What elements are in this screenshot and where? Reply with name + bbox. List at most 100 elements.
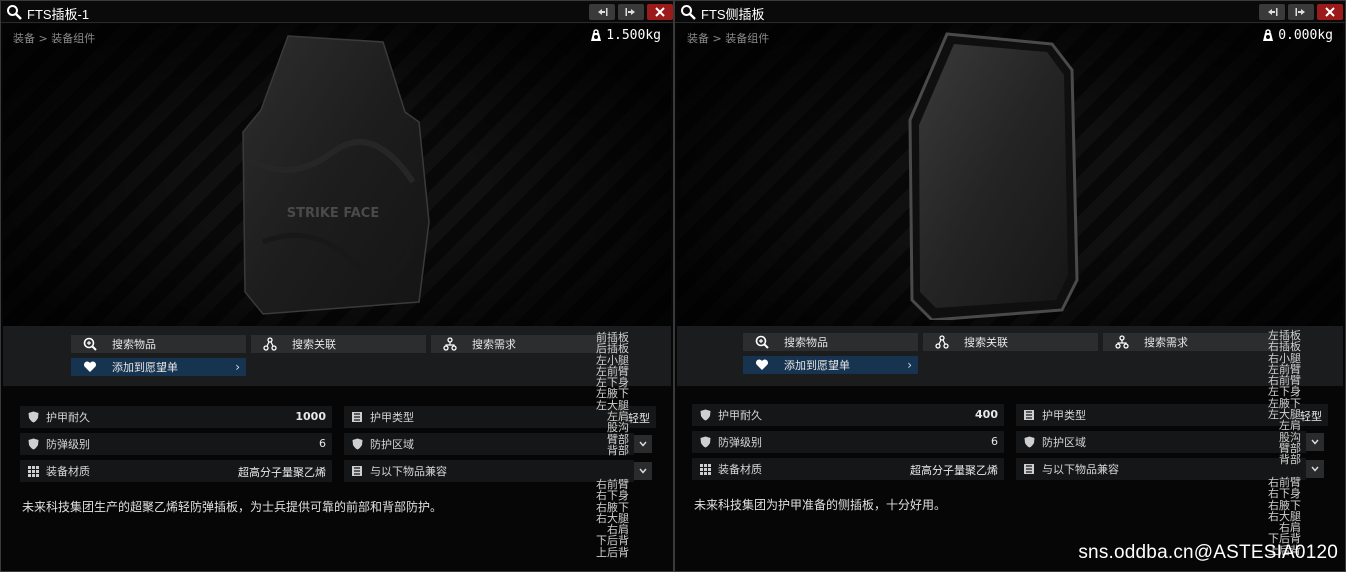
item-window-left: FTS插板-1 装备 > 装备组件 1.500kg STRIKE FACE 搜索…	[0, 0, 674, 572]
dock-right-icon	[625, 8, 635, 16]
protect-zones-list: 左插板 右插板 右小腿 左前臂 右前臂 左下身 左腋下 左大腿 左肩 股沟 臂部…	[1268, 329, 1301, 467]
plate-label: STRIKE FACE	[287, 206, 379, 221]
grid-icon	[26, 464, 40, 478]
stat-armor-class: 防弹级别 6	[20, 433, 332, 455]
stat-protect-zones: 防护区域	[344, 433, 634, 455]
weight-readout: 1.500kg	[590, 28, 661, 43]
dock-left-button[interactable]	[589, 4, 615, 20]
close-button[interactable]	[647, 4, 673, 20]
durability-value: 400	[975, 408, 998, 421]
search-icon	[7, 5, 22, 20]
chevron-down-icon	[639, 468, 647, 474]
stat-durability: 护甲耐久 400	[692, 404, 1004, 426]
dock-right-button[interactable]	[1288, 4, 1314, 20]
weight-value: 1.500kg	[606, 28, 661, 43]
close-button[interactable]	[1317, 4, 1343, 20]
search-related-button[interactable]: 搜索关联	[923, 333, 1098, 351]
search-related-label: 搜索关联	[292, 338, 336, 351]
weight-icon	[591, 29, 602, 41]
shield-icon	[1022, 435, 1036, 449]
armor-type-value: 轻型	[1300, 410, 1322, 423]
armor-icon	[350, 464, 364, 478]
dock-left-icon	[598, 8, 608, 16]
armor-icon	[350, 410, 364, 424]
shield-icon	[698, 408, 712, 422]
search-required-button[interactable]: 搜索需求	[1103, 333, 1278, 351]
weight-readout: 0.000kg	[1262, 28, 1333, 43]
protect-zones-list: 前插板 后插板 左小腿 左前臂 左下身 左腋下 左大腿 左肩 股沟 臂部 背部	[596, 331, 629, 457]
item-preview[interactable]: 装备 > 装备组件 0.000kg	[677, 24, 1343, 326]
close-icon	[1325, 7, 1335, 17]
armor-icon	[1022, 462, 1036, 476]
stat-compatible: 与以下物品兼容	[1016, 458, 1306, 480]
shield-icon	[26, 437, 40, 451]
grid-icon	[698, 462, 712, 476]
search-icon	[681, 5, 696, 20]
add-wishlist-button[interactable]: 添加到愿望单 ›	[743, 356, 918, 374]
add-wishlist-button[interactable]: 添加到愿望单 ›	[71, 358, 246, 376]
share-icon	[263, 337, 277, 351]
item-preview[interactable]: 装备 > 装备组件 1.500kg STRIKE FACE	[3, 24, 671, 326]
chevron-right-icon: ›	[235, 360, 240, 374]
stat-material: 装备材质 超高分子量聚乙烯	[692, 458, 1004, 480]
add-wishlist-label: 添加到愿望单	[112, 361, 178, 374]
titlebar[interactable]: FTS插板-1	[1, 1, 673, 23]
material-value: 超高分子量聚乙烯	[238, 466, 326, 479]
window-title: FTS插板-1	[27, 7, 90, 22]
stat-material: 装备材质 超高分子量聚乙烯	[20, 460, 332, 482]
search-related-label: 搜索关联	[964, 336, 1008, 349]
shield-icon	[26, 410, 40, 424]
heart-icon	[755, 358, 769, 372]
search-required-label: 搜索需求	[1144, 336, 1188, 349]
search-related-button[interactable]: 搜索关联	[251, 335, 426, 353]
armor-class-value: 6	[991, 435, 998, 448]
dock-left-button[interactable]	[1259, 4, 1285, 20]
search-item-label: 搜索物品	[112, 338, 156, 351]
item-description: 未来科技集团为护甲准备的侧插板，十分好用。	[694, 498, 947, 512]
dock-left-icon	[1268, 8, 1278, 16]
stat-armor-class: 防弹级别 6	[692, 431, 1004, 453]
zoom-icon	[755, 335, 769, 349]
compatible-dropdown-button[interactable]	[634, 462, 652, 480]
shield-icon	[698, 435, 712, 449]
armor-icon	[1022, 408, 1036, 422]
zones-dropdown-button[interactable]	[634, 435, 652, 453]
stat-durability: 护甲耐久 1000	[20, 406, 332, 428]
network-icon	[1115, 335, 1129, 349]
search-item-button[interactable]: 搜索物品	[71, 335, 246, 353]
armor-plate-image: STRIKE FACE	[242, 35, 430, 315]
share-icon	[935, 335, 949, 349]
material-value: 超高分子量聚乙烯	[910, 464, 998, 477]
search-item-label: 搜索物品	[784, 336, 828, 349]
shield-icon	[350, 437, 364, 451]
weight-icon	[1263, 29, 1274, 41]
action-bar: 搜索物品 搜索关联 搜索需求 添加到愿望单 ›	[677, 326, 1343, 386]
search-required-button[interactable]: 搜索需求	[431, 335, 606, 353]
compatible-dropdown-button[interactable]	[1306, 460, 1324, 478]
search-item-button[interactable]: 搜索物品	[743, 333, 918, 351]
chevron-down-icon	[1311, 439, 1319, 445]
titlebar[interactable]: FTS侧插板	[675, 1, 1345, 23]
watermark-text: sns.oddba.cn@ASTESIA0120	[1078, 542, 1338, 563]
armor-class-value: 6	[319, 437, 326, 450]
durability-value: 1000	[295, 410, 326, 423]
stat-protect-zones: 防护区域	[1016, 431, 1306, 453]
protect-zones-list-lower: 右前臂 右下身 右腋下 右大腿 右肩 下后背 上后背	[596, 478, 629, 559]
dock-right-button[interactable]	[618, 4, 644, 20]
side-plate-image	[908, 32, 1079, 320]
zoom-icon	[83, 337, 97, 351]
zones-dropdown-button[interactable]	[1306, 433, 1324, 451]
window-title: FTS侧插板	[701, 7, 765, 22]
chevron-right-icon: ›	[907, 358, 912, 372]
chevron-down-icon	[1311, 466, 1319, 472]
add-wishlist-label: 添加到愿望单	[784, 359, 850, 372]
chevron-down-icon	[639, 441, 647, 447]
weight-value: 0.000kg	[1278, 28, 1333, 43]
armor-type-value: 轻型	[628, 412, 650, 425]
item-window-right: FTS侧插板 装备 > 装备组件 0.000kg 搜索物品 搜索关联 搜索需求 …	[674, 0, 1346, 572]
breadcrumb: 装备 > 装备组件	[687, 32, 770, 45]
stat-compatible: 与以下物品兼容	[344, 460, 634, 482]
item-description: 未来科技集团生产的超聚乙烯轻防弹插板，为士兵提供可靠的前部和背部防护。	[22, 500, 443, 514]
close-icon	[655, 7, 665, 17]
heart-icon	[83, 360, 97, 374]
